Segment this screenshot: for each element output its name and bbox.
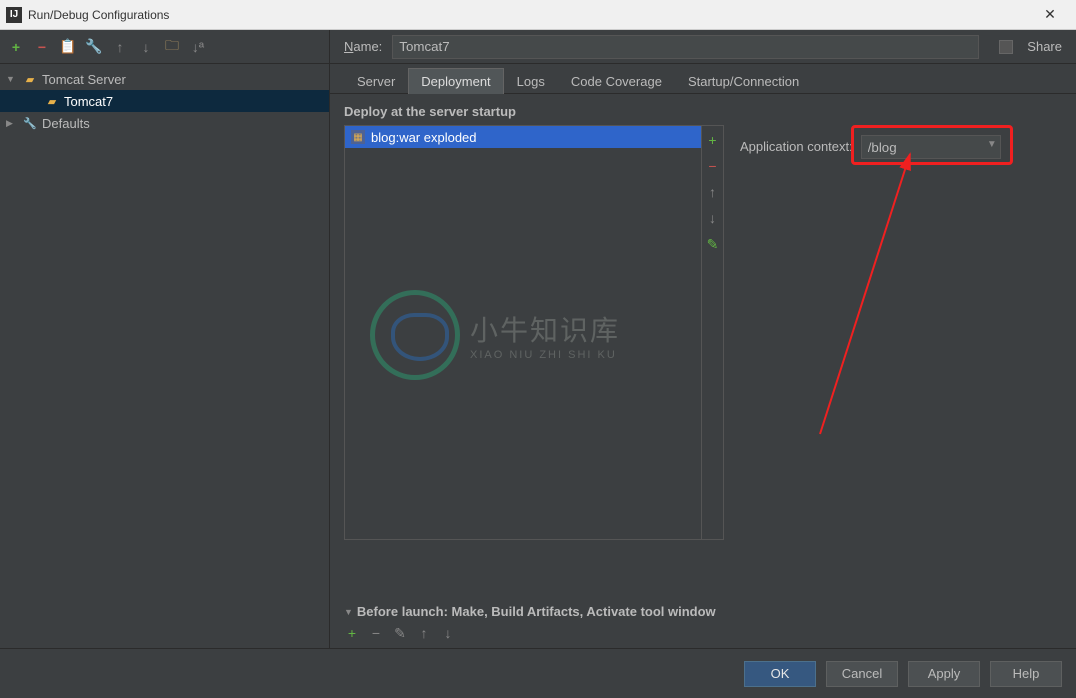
tab-startup-connection[interactable]: Startup/Connection — [675, 68, 812, 94]
config-tree[interactable]: ▼ ▰ Tomcat Server ▶ ▰ Tomcat7 ▶ 🔧 Defaul… — [0, 64, 329, 138]
before-launch-section: ▼ Before launch: Make, Build Artifacts, … — [330, 604, 1076, 648]
edit-defaults-icon[interactable]: 🔧 — [84, 37, 104, 57]
before-launch-title: Before launch: Make, Build Artifacts, Ac… — [357, 604, 716, 619]
cancel-button[interactable]: Cancel — [826, 661, 898, 687]
add-artifact-icon[interactable]: + — [705, 132, 721, 148]
apply-button[interactable]: Apply — [908, 661, 980, 687]
share-label: Share — [1027, 39, 1062, 54]
application-context-label: Application context: — [740, 135, 853, 154]
help-button[interactable]: Help — [990, 661, 1062, 687]
artifact-item[interactable]: ▦ blog:war exploded — [345, 126, 701, 148]
tab-logs[interactable]: Logs — [504, 68, 558, 94]
artifact-list[interactable]: ▦ blog:war exploded — [345, 126, 701, 539]
copy-config-icon[interactable]: 📋 — [58, 37, 78, 57]
tree-item-tomcat7[interactable]: ▶ ▰ Tomcat7 — [0, 90, 329, 112]
expand-arrow-icon[interactable]: ▶ — [6, 118, 18, 129]
application-context-area: Application context: ▼ — [740, 125, 1001, 586]
add-config-icon[interactable]: + — [6, 37, 26, 57]
chevron-down-icon[interactable]: ▼ — [987, 139, 997, 150]
tree-item-defaults[interactable]: ▶ 🔧 Defaults — [0, 112, 329, 134]
before-launch-edit-icon[interactable]: ✎ — [392, 625, 408, 642]
dialog-button-bar: OK Cancel Apply Help — [0, 648, 1076, 698]
before-launch-remove-icon[interactable]: − — [368, 625, 384, 642]
deploy-section-title: Deploy at the server startup — [344, 104, 1062, 119]
tab-server[interactable]: Server — [344, 68, 408, 94]
move-artifact-down-icon[interactable]: ↓ — [705, 210, 721, 226]
window-titlebar: IJ Run/Debug Configurations ✕ — [0, 0, 1076, 30]
config-tabs: Server Deployment Logs Code Coverage Sta… — [330, 64, 1076, 94]
expand-arrow-icon[interactable]: ▼ — [6, 74, 18, 84]
edit-artifact-icon[interactable]: ✎ — [705, 236, 721, 252]
window-title: Run/Debug Configurations — [28, 8, 1030, 22]
move-up-icon[interactable]: ↑ — [110, 37, 130, 57]
tomcat-icon: ▰ — [44, 93, 60, 109]
collapse-arrow-icon[interactable]: ▼ — [344, 607, 353, 617]
tomcat-icon: ▰ — [22, 71, 38, 87]
name-row: Name: Share — [330, 30, 1076, 64]
artifact-list-container: ▦ blog:war exploded + − ↑ ↓ ✎ — [344, 125, 724, 540]
name-label: Name: — [344, 39, 382, 54]
tree-item-tomcat-server[interactable]: ▼ ▰ Tomcat Server — [0, 68, 329, 90]
application-context-input[interactable] — [861, 135, 1001, 159]
configurations-sidebar: + − 📋 🔧 ↑ ↓ 🗀 ↓ª ▼ ▰ Tomcat Server ▶ ▰ T… — [0, 30, 330, 648]
config-detail-panel: Name: Share Server Deployment Logs Code … — [330, 30, 1076, 648]
before-launch-up-icon[interactable]: ↑ — [416, 625, 432, 642]
before-launch-down-icon[interactable]: ↓ — [440, 625, 456, 642]
tree-label: Tomcat Server — [42, 72, 126, 87]
deployment-tab-content: Deploy at the server startup ▦ blog:war … — [330, 94, 1076, 596]
tab-deployment[interactable]: Deployment — [408, 68, 503, 94]
move-artifact-up-icon[interactable]: ↑ — [705, 184, 721, 200]
close-icon[interactable]: ✕ — [1030, 0, 1070, 30]
sort-icon[interactable]: ↓ª — [188, 37, 208, 57]
tree-label: Tomcat7 — [64, 94, 113, 109]
config-name-input[interactable] — [392, 35, 979, 59]
folder-icon[interactable]: 🗀 — [162, 37, 182, 57]
remove-config-icon[interactable]: − — [32, 37, 52, 57]
tab-code-coverage[interactable]: Code Coverage — [558, 68, 675, 94]
remove-artifact-icon[interactable]: − — [705, 158, 721, 174]
app-icon: IJ — [6, 7, 22, 23]
artifact-label: blog:war exploded — [371, 130, 477, 145]
move-down-icon[interactable]: ↓ — [136, 37, 156, 57]
share-checkbox[interactable] — [999, 40, 1013, 54]
ok-button[interactable]: OK — [744, 661, 816, 687]
artifact-side-buttons: + − ↑ ↓ ✎ — [701, 126, 723, 539]
sidebar-toolbar: + − 📋 🔧 ↑ ↓ 🗀 ↓ª — [0, 30, 329, 64]
before-launch-add-icon[interactable]: + — [344, 625, 360, 642]
tree-label: Defaults — [42, 116, 90, 131]
wrench-icon: 🔧 — [22, 115, 38, 131]
artifact-icon: ▦ — [351, 130, 365, 144]
